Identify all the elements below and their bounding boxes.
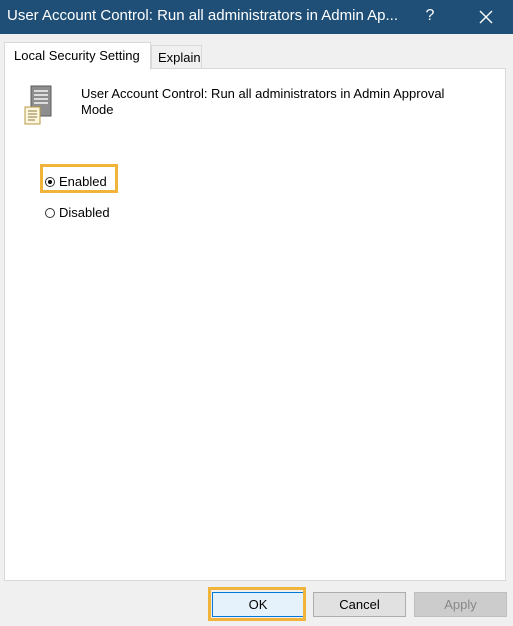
close-icon xyxy=(479,10,493,24)
close-button[interactable] xyxy=(466,0,506,34)
enabled-radio-label[interactable]: Enabled xyxy=(59,174,107,189)
title-bar: User Account Control: Run all administra… xyxy=(0,0,513,34)
window-title: User Account Control: Run all administra… xyxy=(7,7,399,24)
policy-name: User Account Control: Run all administra… xyxy=(81,86,445,117)
tab-local-security-setting[interactable]: Local Security Setting xyxy=(4,42,151,70)
settings-panel: User Account Control: Run all administra… xyxy=(4,68,506,581)
ok-button[interactable]: OK xyxy=(212,592,304,617)
server-policy-icon xyxy=(24,85,52,125)
enabled-radio[interactable]: Enabled xyxy=(45,174,107,189)
apply-button[interactable]: Apply xyxy=(414,592,507,617)
disabled-radio-label[interactable]: Disabled xyxy=(59,205,110,220)
cancel-button[interactable]: Cancel xyxy=(313,592,406,617)
tab-strip: Local Security Setting Explain xyxy=(0,34,513,70)
help-button[interactable]: ? xyxy=(418,0,442,34)
enabled-radio-indicator[interactable] xyxy=(45,176,55,187)
disabled-radio[interactable]: Disabled xyxy=(45,205,110,220)
disabled-radio-indicator[interactable] xyxy=(45,207,55,218)
tab-explain[interactable]: Explain xyxy=(151,45,202,69)
